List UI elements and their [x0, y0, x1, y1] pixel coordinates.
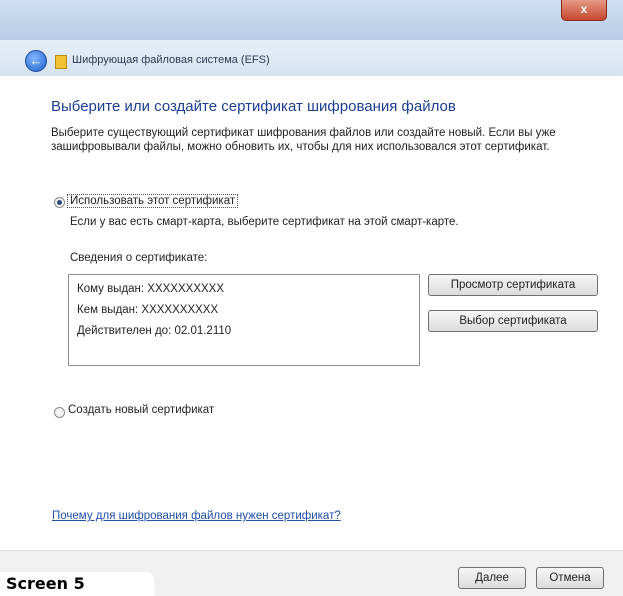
use-cert-radio[interactable] — [54, 197, 65, 208]
use-cert-label[interactable]: Использовать этот сертификат — [67, 194, 239, 208]
wizard-content: Выберите или создайте сертификат шифрова… — [0, 76, 623, 550]
cancel-button[interactable]: Отмена — [536, 567, 604, 589]
smartcard-hint: Если у вас есть смарт-карта, выберите се… — [70, 216, 459, 228]
efs-wizard-window: x ← Шифрующая файловая система (EFS) Выб… — [0, 0, 623, 596]
efs-folder-icon — [55, 55, 67, 69]
new-cert-radio[interactable] — [54, 407, 65, 418]
next-button[interactable]: Далее — [458, 567, 526, 589]
navigation-bar: ← Шифрующая файловая система (EFS) — [0, 40, 623, 77]
why-cert-link[interactable]: Почему для шифрования файлов нужен серти… — [52, 510, 341, 522]
valid-to: Действителен до: 02.01.2110 — [77, 325, 232, 337]
screen-caption: Screen 5 — [0, 572, 154, 596]
issued-to: Кому выдан: XXXXXXXXXX — [77, 283, 225, 295]
wizard-title: Шифрующая файловая система (EFS) — [72, 54, 270, 66]
issued-by: Кем выдан: XXXXXXXXXX — [77, 304, 219, 316]
page-description: Выберите существующий сертификат шифрова… — [51, 127, 556, 153]
page-heading: Выберите или создайте сертификат шифрова… — [51, 98, 456, 115]
close-button[interactable]: x — [561, 0, 607, 21]
cert-info-label: Сведения о сертификате: — [70, 252, 208, 264]
select-cert-button[interactable]: Выбор сертификата — [428, 310, 598, 332]
new-cert-label[interactable]: Создать новый сертификат — [68, 404, 214, 416]
title-bar: x — [0, 0, 623, 41]
back-button[interactable]: ← — [25, 50, 47, 72]
cert-info-box: Кому выдан: XXXXXXXXXX Кем выдан: XXXXXX… — [68, 274, 420, 366]
view-cert-button[interactable]: Просмотр сертификата — [428, 274, 598, 296]
